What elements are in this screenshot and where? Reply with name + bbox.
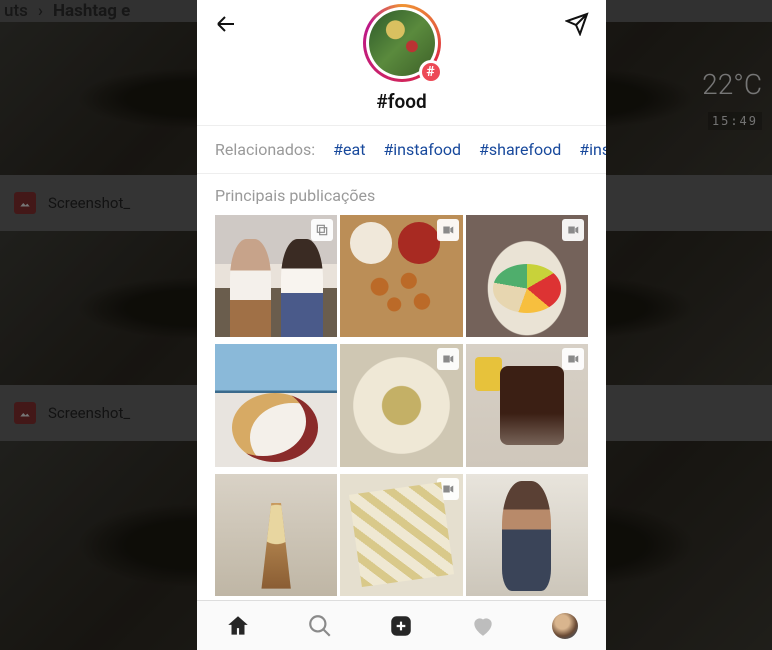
video-icon bbox=[562, 219, 584, 241]
post-thumbnail[interactable] bbox=[215, 215, 337, 337]
hashtag-header: # #food bbox=[197, 48, 606, 126]
nav-search[interactable] bbox=[305, 611, 335, 641]
heart-icon bbox=[470, 613, 496, 639]
back-button[interactable] bbox=[213, 11, 239, 37]
share-button[interactable] bbox=[564, 11, 590, 37]
video-icon bbox=[562, 348, 584, 370]
post-thumbnail[interactable] bbox=[466, 474, 588, 596]
post-thumbnail[interactable] bbox=[340, 215, 462, 337]
post-thumbnail[interactable] bbox=[215, 344, 337, 466]
section-title-top-posts: Principais publicações bbox=[197, 174, 606, 215]
related-tag[interactable]: #inst bbox=[579, 140, 606, 159]
nav-profile[interactable] bbox=[550, 611, 580, 641]
nav-new-post[interactable] bbox=[386, 611, 416, 641]
instagram-hashtag-modal: # #food Relacionados: #eat #instafood #s… bbox=[197, 0, 606, 650]
search-icon bbox=[307, 613, 333, 639]
post-thumbnail[interactable] bbox=[215, 474, 337, 596]
post-thumbnail[interactable] bbox=[340, 344, 462, 466]
nav-home[interactable] bbox=[223, 611, 253, 641]
post-thumbnail[interactable] bbox=[466, 215, 588, 337]
related-tag[interactable]: #instafood bbox=[383, 140, 461, 159]
bottom-nav bbox=[197, 600, 606, 650]
hashtag-avatar-story-ring[interactable]: # bbox=[363, 4, 441, 82]
plus-square-icon bbox=[388, 613, 414, 639]
posts-grid bbox=[197, 215, 606, 600]
related-tag[interactable]: #eat bbox=[333, 140, 365, 159]
nav-activity[interactable] bbox=[468, 611, 498, 641]
related-hashtags-row: Relacionados: #eat #instafood #sharefood… bbox=[197, 126, 606, 174]
hashtag-title: #food bbox=[376, 90, 426, 113]
arrow-left-icon bbox=[214, 12, 238, 36]
video-icon bbox=[437, 219, 459, 241]
video-icon bbox=[437, 478, 459, 500]
post-thumbnail[interactable] bbox=[466, 344, 588, 466]
carousel-icon bbox=[311, 219, 333, 241]
related-label: Relacionados: bbox=[215, 140, 315, 159]
profile-avatar-icon bbox=[552, 613, 578, 639]
home-icon bbox=[225, 613, 251, 639]
related-tag[interactable]: #sharefood bbox=[479, 140, 561, 159]
video-icon bbox=[437, 348, 459, 370]
hashtag-badge-icon: # bbox=[419, 60, 443, 84]
paper-plane-icon bbox=[565, 12, 589, 36]
post-thumbnail[interactable] bbox=[340, 474, 462, 596]
